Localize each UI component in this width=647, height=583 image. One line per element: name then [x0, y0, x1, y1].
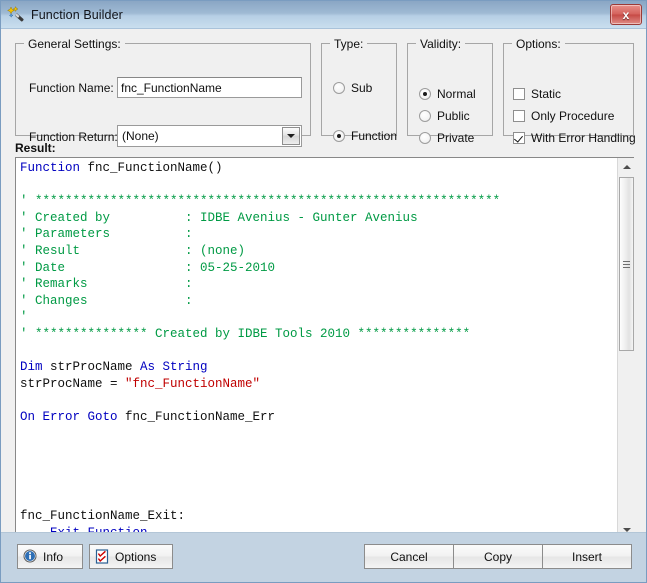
code-line: ' Remarks :: [20, 277, 193, 292]
info-button-label: Info: [43, 549, 64, 564]
close-button[interactable]: x: [610, 4, 642, 25]
radio-type-function-label: Function: [351, 129, 398, 143]
radio-icon: [419, 110, 431, 122]
cancel-button-label: Cancel: [390, 549, 428, 564]
radio-type-sub-label: Sub: [351, 81, 373, 95]
info-button[interactable]: Info: [17, 544, 83, 569]
insert-button-label: Insert: [571, 549, 602, 564]
radio-validity-public-label: Public: [437, 109, 470, 123]
radio-selected-icon: [419, 88, 431, 100]
checkbox-checked-icon: [513, 132, 525, 144]
code-line: ': [20, 310, 28, 325]
checkbox-with-error-handling[interactable]: With Error Handling: [513, 131, 636, 145]
result-code-panel: Function fnc_FunctionName() ' **********…: [15, 157, 634, 539]
type-legend: Type:: [330, 37, 368, 51]
function-return-combobox[interactable]: (None): [117, 125, 302, 147]
code-line: On Error Goto fnc_FunctionName_Err: [20, 409, 276, 424]
function-return-value: (None): [122, 129, 159, 143]
info-icon: [23, 549, 38, 564]
code-text-area[interactable]: Function fnc_FunctionName() ' **********…: [16, 158, 617, 538]
options-legend: Options:: [512, 37, 565, 51]
copy-button-label: Copy: [483, 549, 512, 564]
checkbox-static[interactable]: Static: [513, 87, 561, 101]
radio-validity-private[interactable]: Private: [419, 131, 474, 145]
code-line: Dim strProcName As String: [20, 360, 208, 375]
radio-validity-normal[interactable]: Normal: [419, 87, 476, 101]
checkbox-icon: [513, 88, 525, 100]
options-button-label: Options: [115, 549, 157, 564]
dialog-client-area: General Settings: Function Name: Functio…: [1, 29, 646, 539]
magic-wand-icon: [7, 5, 25, 24]
insert-button[interactable]: Insert: [542, 544, 632, 569]
code-line: ' **************************************…: [20, 194, 501, 209]
function-builder-window: Function Builder x General Settings: Fun…: [0, 0, 647, 583]
close-icon: x: [622, 7, 630, 22]
checklist-icon: [95, 549, 110, 564]
code-line: ' Date : 05-25-2010: [20, 260, 276, 275]
radio-type-function[interactable]: Function: [333, 129, 397, 143]
general-settings-legend: General Settings:: [24, 37, 125, 51]
code-line: Function fnc_FunctionName(): [20, 161, 223, 175]
function-name-input[interactable]: [117, 77, 302, 98]
code-line: ' Changes :: [20, 293, 193, 308]
copy-button[interactable]: Copy: [453, 544, 543, 569]
radio-validity-normal-label: Normal: [437, 87, 476, 101]
code-line: ' Parameters :: [20, 227, 193, 242]
chevron-down-icon[interactable]: [282, 127, 300, 145]
function-name-label: Function Name:: [29, 81, 114, 95]
result-label: Result:: [15, 141, 56, 155]
scrollbar-thumb[interactable]: [619, 177, 634, 351]
checkbox-static-label: Static: [531, 87, 562, 101]
title-bar: Function Builder x: [1, 1, 646, 29]
validity-legend: Validity:: [416, 37, 466, 51]
checkbox-icon: [513, 110, 525, 122]
checkbox-only-procedure-label: Only Procedure: [531, 109, 615, 123]
radio-icon: [419, 132, 431, 144]
code-line: ' *************** Created by IDBE Tools …: [20, 326, 471, 341]
code-line: ' Created by : IDBE Avenius - Gunter Ave…: [20, 210, 418, 225]
radio-validity-public[interactable]: Public: [419, 109, 470, 123]
window-title: Function Builder: [31, 7, 123, 22]
options-button[interactable]: Options: [89, 544, 173, 569]
code-line: fnc_FunctionName_Exit:: [20, 509, 186, 524]
checkbox-with-error-handling-label: With Error Handling: [531, 131, 636, 145]
vertical-scrollbar[interactable]: [617, 158, 634, 538]
code-line: strProcName = "fnc_FunctionName": [20, 376, 261, 391]
checkbox-only-procedure[interactable]: Only Procedure: [513, 109, 614, 123]
radio-validity-private-label: Private: [437, 131, 475, 145]
radio-type-sub[interactable]: Sub: [333, 81, 372, 95]
radio-selected-icon: [333, 130, 345, 142]
scroll-up-icon[interactable]: [618, 158, 634, 175]
code-line: ' Result : (none): [20, 243, 246, 258]
cancel-button[interactable]: Cancel: [364, 544, 454, 569]
radio-icon: [333, 82, 345, 94]
